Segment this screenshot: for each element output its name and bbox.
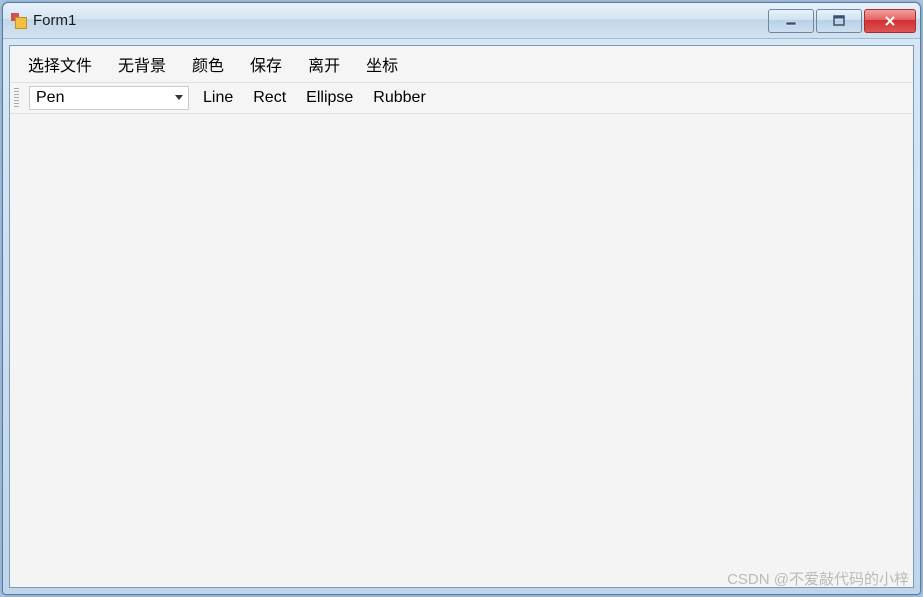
combo-selected-value: Pen [30,89,170,107]
drawing-canvas[interactable] [10,114,913,587]
client-area: 选择文件 无背景 颜色 保存 离开 坐标 Pen Line Rect Ellip… [9,45,914,588]
close-button[interactable] [864,9,916,33]
tool-ellipse-button[interactable]: Ellipse [300,87,359,109]
tool-line-button[interactable]: Line [197,87,239,109]
menu-select-file[interactable]: 选择文件 [16,50,104,78]
combo-dropdown-button[interactable] [170,95,188,101]
maximize-button[interactable] [816,9,862,33]
toolbar-grip[interactable] [14,88,19,108]
menubar: 选择文件 无背景 颜色 保存 离开 坐标 [10,46,913,83]
titlebar[interactable]: Form1 [3,3,920,39]
tool-rect-button[interactable]: Rect [247,87,292,109]
minimize-icon [784,15,798,27]
tool-rubber-button[interactable]: Rubber [367,87,431,109]
app-icon [11,13,27,29]
menu-exit[interactable]: 离开 [296,50,352,78]
close-icon [883,15,897,27]
application-window: Form1 选择文件 无背景 颜色 [2,2,921,595]
maximize-icon [832,15,846,27]
menu-coordinates[interactable]: 坐标 [354,50,410,78]
window-title: Form1 [33,12,768,29]
menu-no-background[interactable]: 无背景 [106,50,178,78]
window-controls [768,9,916,33]
tool-combo[interactable]: Pen [29,86,189,110]
minimize-button[interactable] [768,9,814,33]
menu-color[interactable]: 颜色 [180,50,236,78]
toolbar: Pen Line Rect Ellipse Rubber [10,83,913,114]
chevron-down-icon [175,95,183,101]
menu-save[interactable]: 保存 [238,50,294,78]
